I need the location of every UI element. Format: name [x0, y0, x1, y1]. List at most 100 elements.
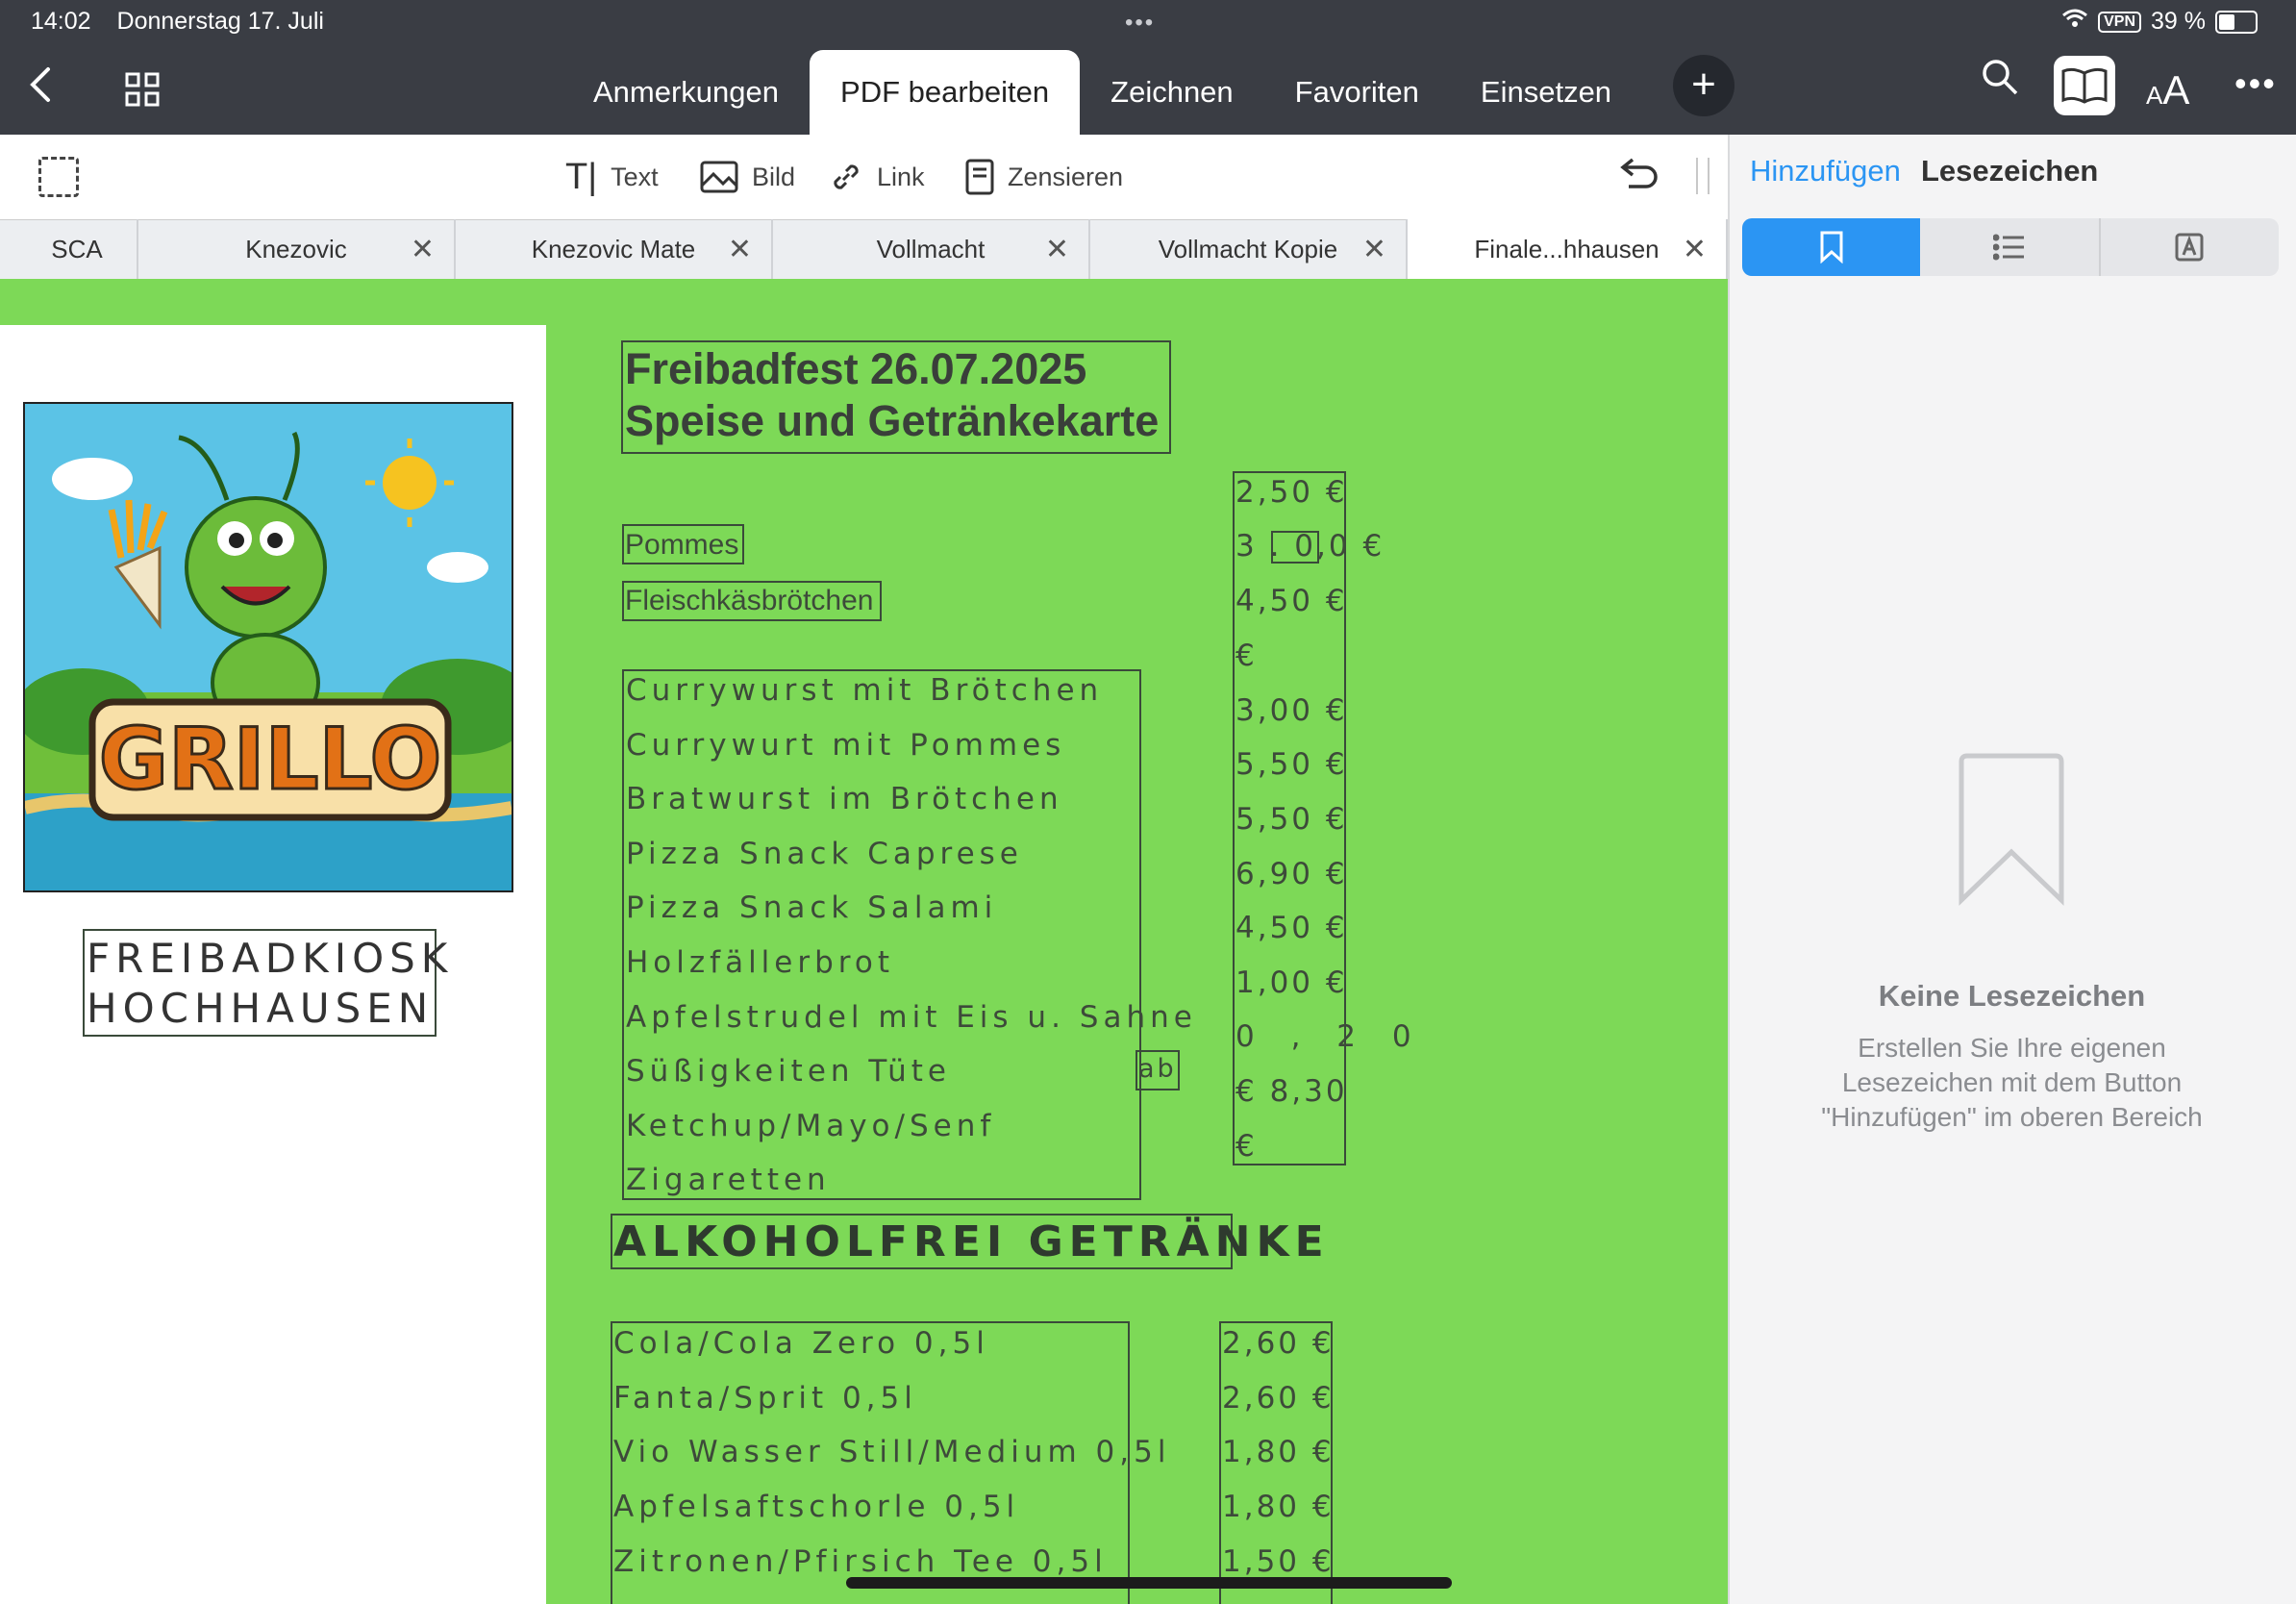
menu-item[interactable]: Pizza Snack Salami	[626, 890, 997, 925]
price[interactable]: 3 . 0,0 €	[1235, 529, 1385, 564]
tab-annotations[interactable]: Anmerkungen	[562, 50, 810, 135]
close-icon[interactable]: ✕	[1683, 233, 1707, 266]
price[interactable]: 4,50 €	[1235, 911, 1348, 945]
home-indicator[interactable]	[846, 1577, 1452, 1589]
kiosk-name-line1[interactable]: FREIBADKIOSK	[87, 935, 453, 982]
reading-mode-button[interactable]	[2054, 56, 2115, 115]
doc-tab-vollmacht[interactable]: Vollmacht ✕	[773, 219, 1090, 279]
add-tab-button[interactable]: +	[1673, 55, 1734, 116]
main-tabs: Anmerkungen PDF bearbeiten Zeichnen Favo…	[562, 50, 1642, 135]
add-bookmark-button[interactable]: Hinzufügen	[1750, 154, 1901, 188]
menu-item[interactable]: Bratwurst im Brötchen	[626, 782, 1063, 816]
doc-tab-vollmacht-kopie[interactable]: Vollmacht Kopie ✕	[1090, 219, 1408, 279]
link-tool-button[interactable]: Link	[829, 154, 925, 200]
search-icon[interactable]	[1981, 58, 2019, 101]
menu-item[interactable]: Apfelstrudel mit Eis u. Sahne	[626, 1000, 1197, 1035]
doc-tab-finale[interactable]: Finale...hhausen ✕	[1408, 219, 1728, 279]
drink-price[interactable]: 1,50 €	[1222, 1544, 1335, 1579]
tab-insert[interactable]: Einsetzen	[1450, 50, 1642, 135]
more-icon[interactable]: •••	[2234, 63, 2277, 104]
text-tool-icon: T|	[565, 156, 598, 197]
menu-item[interactable]: Zigaretten	[626, 1163, 831, 1197]
menu-item[interactable]: Holzfällerbrot	[626, 945, 894, 980]
empty-state-title: Keine Lesezeichen	[1878, 979, 2146, 1013]
price[interactable]: €	[1235, 1129, 1258, 1164]
doc-tab-label: Knezovic Mate	[531, 234, 696, 263]
doc-tab-sca[interactable]: SCA	[17, 219, 138, 279]
drink-price[interactable]: 2,60 €	[1222, 1326, 1335, 1361]
menu-item[interactable]: Ketchup/Mayo/Senf	[626, 1109, 995, 1143]
doc-tab-label: Vollmacht Kopie	[1158, 234, 1338, 263]
text-tool-button[interactable]: T| Text	[565, 154, 659, 200]
menu-item[interactable]: Süßigkeiten Tüte	[626, 1054, 951, 1089]
price[interactable]: 2,50 €	[1235, 475, 1348, 510]
redact-tool-button[interactable]: Zensieren	[965, 154, 1123, 200]
tab-favorites[interactable]: Favoriten	[1264, 50, 1450, 135]
price[interactable]: 4,50 €	[1235, 584, 1348, 618]
section-title-drinks[interactable]: ALKOHOLFREI GETRÄNKE	[613, 1217, 1330, 1266]
menu-item-pommes[interactable]: Pommes	[625, 529, 738, 562]
text-box-icon	[2175, 233, 2204, 262]
empty-state-line2: Lesezeichen mit dem Button	[1841, 1067, 2183, 1097]
empty-state-line3: "Hinzufügen" im oberen Bereich	[1821, 1102, 2203, 1132]
back-icon[interactable]	[27, 65, 56, 114]
grid-icon[interactable]	[125, 69, 160, 117]
text-size-icon[interactable]: AA	[2146, 67, 2189, 113]
doc-tab-label: Knezovic	[245, 234, 347, 263]
drink-price[interactable]: 2,60 €	[1222, 1381, 1335, 1416]
drink-item[interactable]: Fanta/Sprit 0,5l	[613, 1381, 917, 1416]
bookmark-icon	[1820, 231, 1843, 263]
select-area-icon[interactable]	[38, 157, 79, 197]
image-icon	[700, 161, 738, 193]
undo-icon[interactable]	[1619, 154, 1660, 197]
close-icon[interactable]: ✕	[411, 233, 435, 266]
title-line2[interactable]: Speise und Getränkekarte	[625, 396, 1159, 446]
text-tool-label: Text	[611, 162, 659, 191]
menu-item-fleischkaes[interactable]: Fleischkäsbrötchen	[625, 585, 873, 617]
close-icon[interactable]: ✕	[1045, 233, 1069, 266]
drink-item[interactable]: Apfelsaftschorle 0,5l	[613, 1490, 1019, 1524]
tab-pdf-edit[interactable]: PDF bearbeiten	[810, 50, 1081, 135]
sidebar-segmented-control	[1742, 218, 2279, 276]
price[interactable]: 6,90 €	[1235, 857, 1348, 891]
drink-item[interactable]: Zitronen/Pfirsich Tee 0,5l	[613, 1544, 1108, 1579]
segment-bookmarks[interactable]	[1742, 218, 1921, 276]
price[interactable]: €	[1235, 639, 1258, 673]
close-icon[interactable]: ✕	[728, 233, 752, 266]
segment-outline[interactable]	[1920, 218, 2101, 276]
segment-annotations[interactable]	[2101, 218, 2279, 276]
menu-item[interactable]: Currywurt mit Pommes	[626, 728, 1065, 763]
redact-icon	[965, 159, 994, 195]
status-bar-right: VPN 39 %	[2061, 8, 2258, 36]
multitask-dots[interactable]: •••	[1125, 10, 1155, 37]
menu-item[interactable]: Currywurst mit Brötchen	[626, 673, 1103, 708]
drink-price[interactable]: 1,80 €	[1222, 1490, 1335, 1524]
doc-tab-knezovic-mate[interactable]: Knezovic Mate ✕	[456, 219, 773, 279]
price[interactable]: 5,50 €	[1235, 747, 1348, 782]
price[interactable]: 3,00 €	[1235, 693, 1348, 728]
empty-state-line1: Erstellen Sie Ihre eigenen	[1858, 1033, 2166, 1063]
price[interactable]: € 8,30	[1235, 1074, 1348, 1109]
grillo-logo-image[interactable]: GRILLO	[23, 402, 513, 892]
drink-price[interactable]: 1,80 €	[1222, 1435, 1335, 1469]
tab-draw[interactable]: Zeichnen	[1080, 50, 1264, 135]
sidebar-divider-handle[interactable]	[1696, 158, 1710, 194]
price[interactable]: 1,00 €	[1235, 965, 1348, 1000]
price[interactable]: 5,50 €	[1235, 802, 1348, 837]
wifi-icon	[2061, 8, 2088, 36]
battery-percent: 39 %	[2151, 8, 2206, 35]
drink-item[interactable]: Cola/Cola Zero 0,5l	[613, 1326, 989, 1361]
ab-label[interactable]: ab	[1138, 1054, 1177, 1084]
kiosk-name-line2[interactable]: HOCHHAUSEN	[87, 985, 434, 1032]
price[interactable]: 0 , 2 0	[1235, 1019, 1425, 1054]
close-icon[interactable]: ✕	[1362, 233, 1386, 266]
menu-item[interactable]: Pizza Snack Caprese	[626, 837, 1023, 871]
vpn-badge: VPN	[2098, 11, 2142, 33]
link-tool-label: Link	[877, 162, 925, 191]
title-line1[interactable]: Freibadfest 26.07.2025	[625, 344, 1086, 394]
drink-item[interactable]: Vio Wasser Still/Medium 0,5l	[613, 1435, 1170, 1469]
doc-tab-knezovic[interactable]: Knezovic ✕	[138, 219, 456, 279]
empty-bookmark-icon	[1958, 752, 2065, 911]
doc-tab-label: SCA	[51, 234, 103, 263]
image-tool-button[interactable]: Bild	[700, 154, 795, 200]
